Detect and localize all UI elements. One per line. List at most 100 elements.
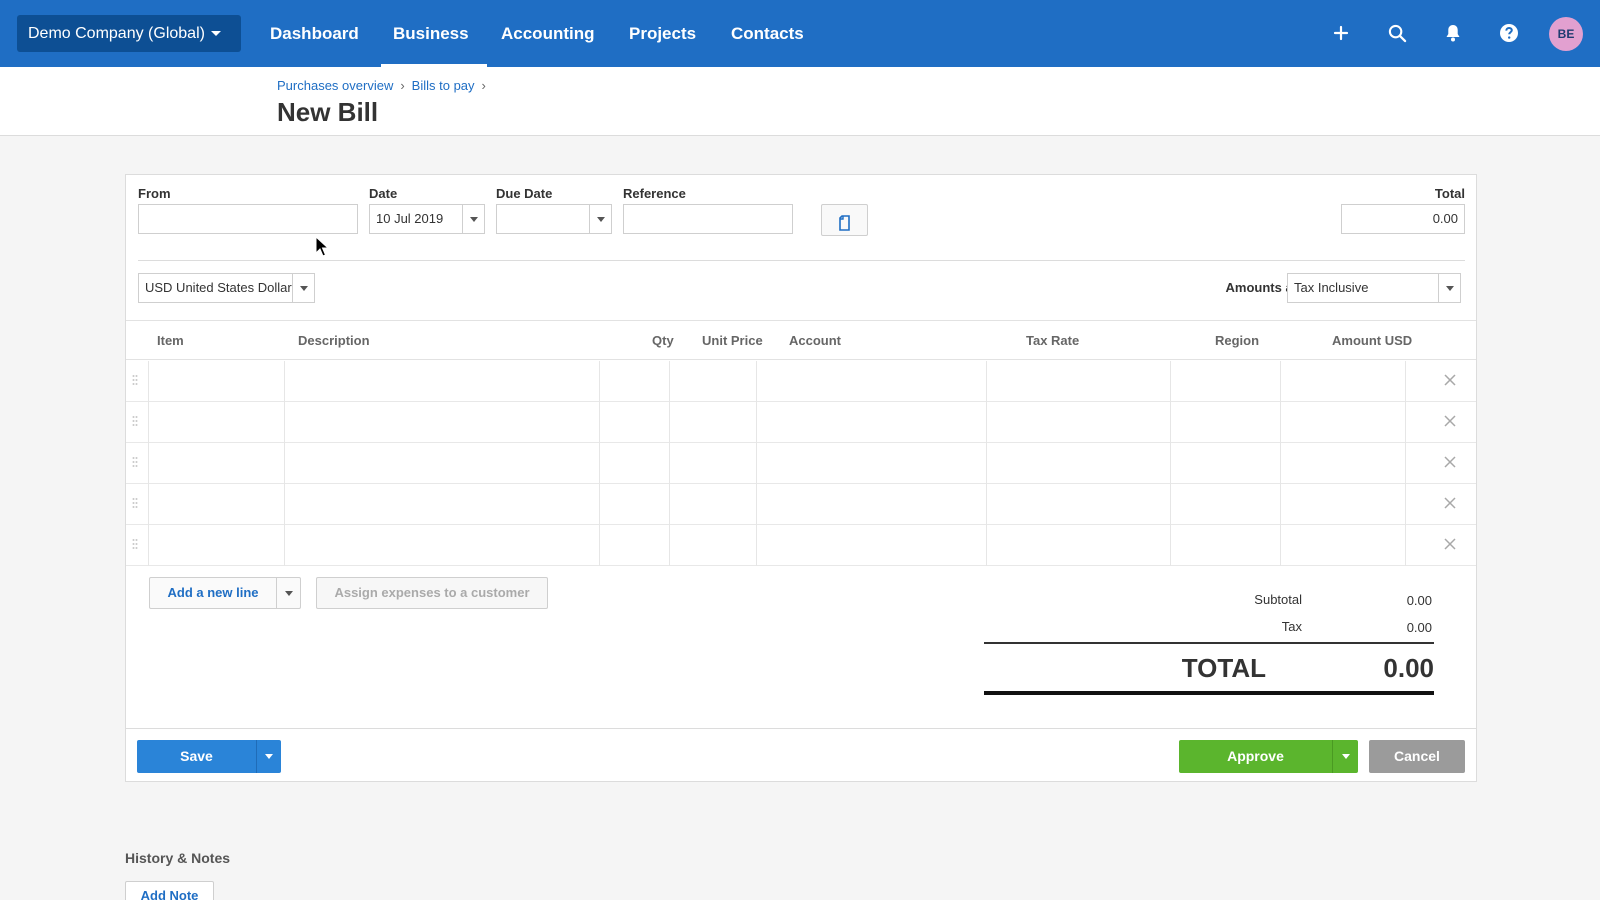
organization-switcher[interactable]: Demo Company (Global) bbox=[17, 15, 241, 52]
column-divider bbox=[986, 402, 987, 443]
column-divider bbox=[986, 525, 987, 566]
column-divider bbox=[669, 484, 670, 525]
file-icon bbox=[838, 212, 852, 242]
column-divider bbox=[1280, 402, 1281, 443]
column-divider bbox=[669, 443, 670, 484]
currency-select[interactable]: USD United States Dollar bbox=[138, 273, 315, 303]
column-divider bbox=[1170, 484, 1171, 525]
subtotal-label: Subtotal bbox=[1254, 592, 1302, 607]
add-new-line-button[interactable]: Add a new line bbox=[149, 577, 301, 609]
drag-handle-icon[interactable] bbox=[132, 415, 140, 429]
chevron-down-icon[interactable] bbox=[1438, 274, 1460, 302]
due-date-picker[interactable] bbox=[496, 204, 612, 234]
totals-double-rule bbox=[984, 691, 1434, 695]
nav-item-contacts[interactable]: Contacts bbox=[731, 0, 804, 67]
chevron-down-icon[interactable] bbox=[256, 740, 281, 773]
page-header: Purchases overview › Bills to pay › New Bil… bbox=[0, 67, 1600, 136]
search-icon[interactable] bbox=[1384, 20, 1410, 46]
form-actions-bar: Save Approve Cancel bbox=[126, 728, 1476, 782]
nav-item-dashboard[interactable]: Dashboard bbox=[270, 0, 359, 67]
from-label: From bbox=[138, 186, 171, 201]
table-row bbox=[126, 525, 1476, 566]
breadcrumb-purchases-overview[interactable]: Purchases overview bbox=[277, 78, 393, 93]
column-divider bbox=[1405, 443, 1406, 484]
save-label: Save bbox=[180, 748, 213, 764]
amounts-are-select[interactable]: Tax Inclusive bbox=[1287, 273, 1461, 303]
column-divider bbox=[756, 525, 757, 566]
tax-label: Tax bbox=[1281, 619, 1302, 634]
assign-expenses-button[interactable]: Assign expenses to a customer bbox=[316, 577, 548, 609]
chevron-down-icon[interactable] bbox=[276, 578, 301, 608]
column-divider bbox=[284, 361, 285, 402]
totals-divider bbox=[984, 642, 1434, 644]
column-header-amount: Amount USD bbox=[1332, 333, 1413, 348]
breadcrumb-separator: › bbox=[400, 78, 405, 93]
column-divider bbox=[1405, 484, 1406, 525]
grand-total-label: TOTAL bbox=[1181, 653, 1266, 683]
total-input[interactable]: 0.00 bbox=[1341, 204, 1465, 234]
column-divider bbox=[756, 361, 757, 402]
column-header-account: Account bbox=[789, 333, 841, 348]
column-divider bbox=[986, 361, 987, 402]
drag-handle-icon[interactable] bbox=[132, 497, 140, 511]
plus-icon[interactable] bbox=[1328, 20, 1354, 46]
remove-line-icon[interactable] bbox=[1440, 453, 1460, 473]
page-title: New Bill bbox=[277, 97, 379, 127]
history-notes-heading: History & Notes bbox=[125, 850, 231, 866]
date-value: 10 Jul 2019 bbox=[376, 211, 444, 226]
column-divider bbox=[1170, 443, 1171, 484]
chevron-down-icon[interactable] bbox=[462, 205, 484, 233]
column-divider bbox=[1170, 361, 1171, 402]
drag-handle-icon[interactable] bbox=[132, 374, 140, 388]
column-divider bbox=[1405, 402, 1406, 443]
table-row bbox=[126, 402, 1476, 443]
breadcrumb: Purchases overview › Bills to pay › bbox=[277, 78, 493, 93]
add-note-button[interactable]: Add Note bbox=[125, 881, 214, 900]
cancel-button[interactable]: Cancel bbox=[1369, 740, 1465, 773]
help-icon[interactable] bbox=[1496, 20, 1522, 46]
chevron-down-icon bbox=[210, 31, 221, 37]
column-divider bbox=[599, 484, 600, 525]
approve-label: Approve bbox=[1227, 748, 1284, 764]
remove-line-icon[interactable] bbox=[1440, 371, 1460, 391]
remove-line-icon[interactable] bbox=[1440, 535, 1460, 555]
from-input[interactable] bbox=[138, 204, 358, 234]
divider bbox=[138, 260, 1465, 261]
reference-input[interactable] bbox=[623, 204, 793, 234]
column-divider bbox=[669, 525, 670, 566]
nav-item-projects[interactable]: Projects bbox=[629, 0, 696, 67]
chevron-down-icon[interactable] bbox=[589, 205, 611, 233]
attach-file-button[interactable] bbox=[821, 204, 868, 236]
column-divider bbox=[756, 443, 757, 484]
nav-item-accounting[interactable]: Accounting bbox=[501, 0, 595, 67]
drag-handle-icon[interactable] bbox=[132, 538, 140, 552]
breadcrumb-bills-to-pay[interactable]: Bills to pay bbox=[412, 78, 475, 93]
column-divider bbox=[148, 443, 149, 484]
column-divider bbox=[599, 443, 600, 484]
table-row bbox=[126, 361, 1476, 402]
column-divider bbox=[1170, 402, 1171, 443]
bell-icon[interactable] bbox=[1440, 20, 1466, 46]
save-button[interactable]: Save bbox=[137, 740, 281, 773]
tax-value: 0.00 bbox=[1406, 620, 1432, 635]
column-divider bbox=[148, 484, 149, 525]
chevron-down-icon[interactable] bbox=[292, 274, 314, 302]
reference-label: Reference bbox=[623, 186, 686, 201]
chevron-down-icon[interactable] bbox=[1332, 740, 1358, 773]
nav-item-business[interactable]: Business bbox=[381, 0, 487, 67]
remove-line-icon[interactable] bbox=[1440, 494, 1460, 514]
approve-button[interactable]: Approve bbox=[1179, 740, 1358, 773]
top-navigation-bar: Demo Company (Global) Dashboard Business… bbox=[0, 0, 1600, 67]
column-divider bbox=[1280, 484, 1281, 525]
organization-name: Demo Company (Global) bbox=[28, 25, 205, 42]
user-avatar[interactable]: BE bbox=[1549, 17, 1583, 51]
column-header-qty: Qty bbox=[652, 333, 674, 348]
column-header-unit-price: Unit Price bbox=[702, 333, 763, 348]
drag-handle-icon[interactable] bbox=[132, 456, 140, 470]
remove-line-icon[interactable] bbox=[1440, 412, 1460, 432]
column-divider bbox=[1170, 525, 1171, 566]
column-divider bbox=[148, 361, 149, 402]
date-picker[interactable]: 10 Jul 2019 bbox=[369, 204, 485, 234]
column-divider bbox=[669, 361, 670, 402]
table-header: Item Description Qty Unit Price Account … bbox=[126, 320, 1476, 360]
